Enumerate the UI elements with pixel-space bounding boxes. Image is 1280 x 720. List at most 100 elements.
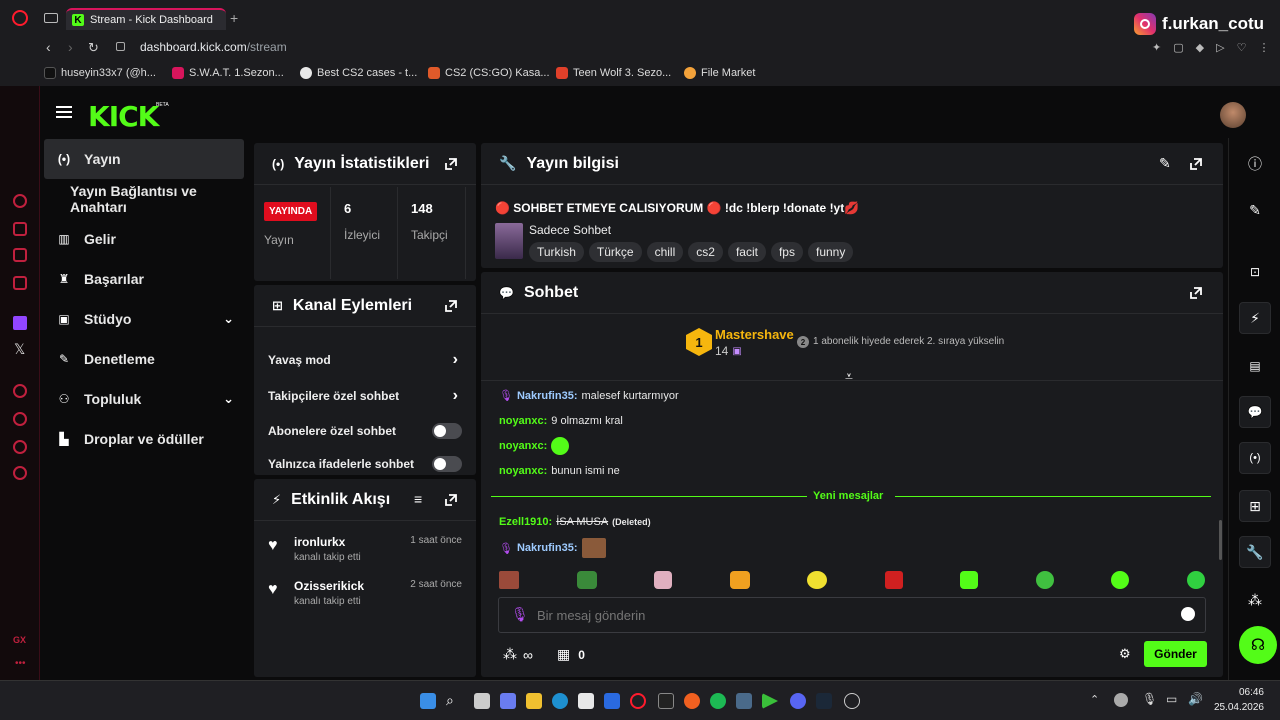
filter-icon[interactable]: ≡: [414, 491, 422, 507]
emote-icon[interactable]: [1111, 571, 1130, 589]
steam-icon[interactable]: [816, 693, 832, 709]
tag[interactable]: funny: [807, 242, 854, 262]
send-button[interactable]: Gönder: [1144, 641, 1207, 667]
subs-only-toggle[interactable]: [432, 423, 462, 439]
file-explorer-icon[interactable]: [526, 693, 542, 709]
sidebar-item-droplar[interactable]: ▙ Droplar ve ödüller: [44, 419, 244, 459]
chat-username[interactable]: noyanxc:: [499, 415, 547, 427]
wrench-icon[interactable]: 🔧: [1239, 536, 1271, 568]
mic-icon[interactable]: 🎙: [511, 606, 529, 623]
back-icon[interactable]: ‹: [46, 39, 51, 55]
tag[interactable]: cs2: [688, 242, 723, 262]
emote-icon[interactable]: [884, 571, 903, 589]
emote-only-toggle[interactable]: [432, 456, 462, 472]
task-view-icon[interactable]: [474, 693, 490, 709]
bookmark-item[interactable]: S.W.A.T. 1.Sezon...: [172, 67, 284, 79]
browser-tab-active[interactable]: K Stream - Kick Dashboard: [66, 8, 226, 30]
chat-username[interactable]: noyanxc:: [499, 465, 547, 477]
popout-icon[interactable]: [444, 493, 458, 507]
sidebar-item-yayin[interactable]: (•) Yayın: [44, 139, 244, 179]
chat-settings-gear-icon[interactable]: ⚙: [1119, 646, 1131, 662]
menu-dots-icon[interactable]: ⋮: [1258, 41, 1269, 54]
start-icon[interactable]: [420, 693, 436, 709]
opera-logo-icon[interactable]: [12, 10, 28, 26]
app-icon[interactable]: [658, 693, 674, 709]
sidebar-item-topluluk[interactable]: ⚇ Topluluk ⌄: [44, 379, 244, 419]
collapse-icon[interactable]: ⩡: [845, 368, 853, 385]
edit-pencil-icon[interactable]: ✎: [1239, 194, 1271, 226]
settings-icon[interactable]: [13, 466, 27, 480]
sidebar-item-studyo[interactable]: ▣ Stüdyo ⌄: [44, 299, 244, 339]
tag[interactable]: Türkçe: [588, 242, 642, 262]
shield-icon[interactable]: ◆: [1196, 41, 1204, 54]
sidebar-item-basarilar[interactable]: ♜ Başarılar: [44, 259, 244, 299]
x-twitter-icon[interactable]: 𝕏: [14, 341, 25, 358]
bookmark-item[interactable]: Best CS2 cases - t...: [300, 67, 417, 79]
opera-rail-icon[interactable]: [13, 222, 27, 236]
emote-icon[interactable]: [551, 437, 570, 455]
firefox-icon[interactable]: [684, 693, 700, 709]
popout-icon[interactable]: [444, 299, 458, 313]
chat-username[interactable]: Ezell1910:: [499, 516, 552, 528]
reload-icon[interactable]: ↻: [88, 40, 99, 56]
opera-rail-icon[interactable]: [13, 194, 27, 208]
bookmark-item[interactable]: Teen Wolf 3. Sezo...: [556, 67, 671, 79]
emote-icon[interactable]: [581, 538, 606, 558]
store-icon[interactable]: [578, 693, 594, 709]
opera-rail-icon[interactable]: [13, 276, 27, 290]
popout-icon[interactable]: [1189, 157, 1203, 171]
opera-rail-icon[interactable]: [13, 248, 27, 262]
network-icon[interactable]: ▭: [1166, 692, 1177, 706]
app-icon[interactable]: [736, 693, 752, 709]
opera-rail-icon[interactable]: [13, 384, 27, 398]
sidebar-item-stream-key[interactable]: Yayın Bağlantısı ve Anahtarı: [44, 179, 254, 219]
chat-scrollbar[interactable]: [1219, 520, 1222, 560]
bookmark-item[interactable]: File Market: [684, 67, 755, 79]
emote-icon[interactable]: [499, 571, 519, 589]
emote-icon[interactable]: [1186, 571, 1205, 589]
url-field[interactable]: dashboard.kick.com/stream: [140, 40, 287, 54]
popout-icon[interactable]: [444, 157, 458, 171]
tray-chevron-icon[interactable]: ⌃: [1090, 693, 1099, 706]
new-tab-icon[interactable]: +: [230, 10, 238, 26]
sidebar-item-gelir[interactable]: ▥ Gelir: [44, 219, 244, 259]
channel-points[interactable]: ⁂ ∞: [503, 646, 533, 663]
popout-icon[interactable]: [1189, 286, 1203, 300]
document-icon[interactable]: ▤: [1239, 350, 1271, 382]
clock-date[interactable]: 25.04.2026: [1210, 702, 1264, 713]
hamburger-menu-icon[interactable]: [56, 106, 72, 118]
tray-app-icon[interactable]: [1114, 693, 1128, 707]
microphone-icon[interactable]: 🎙: [1142, 692, 1157, 706]
screenshot-icon[interactable]: ⊡: [1239, 256, 1271, 288]
sidebar-item-denetleme[interactable]: ✎ Denetleme: [44, 339, 244, 379]
heart-icon[interactable]: ♡: [1237, 41, 1247, 54]
extensions-icon[interactable]: [13, 440, 27, 454]
discord-icon[interactable]: [790, 693, 806, 709]
tag[interactable]: fps: [770, 242, 803, 262]
action-followers-only[interactable]: Takipçilere özel sohbet ›: [268, 382, 462, 410]
edge-icon[interactable]: [552, 693, 568, 709]
chat-username[interactable]: Nakrufin35:: [517, 390, 578, 402]
emote-icon[interactable]: [729, 571, 750, 589]
kick-logo[interactable]: KICK: [88, 100, 159, 133]
snapshot-icon[interactable]: ▢: [1173, 41, 1183, 54]
chat-username[interactable]: noyanxc:: [499, 440, 547, 452]
tag[interactable]: chill: [646, 242, 684, 262]
gx-icon[interactable]: GX: [13, 635, 26, 645]
broadcast-icon[interactable]: (•): [1239, 442, 1271, 474]
forward-icon[interactable]: ›: [68, 39, 73, 55]
top-gifter-name[interactable]: Mastershave: [715, 327, 794, 342]
bookmark-item[interactable]: huseyin33x7 (@h...: [44, 67, 156, 79]
store-button[interactable]: ▦ 0: [557, 646, 585, 663]
outlook-icon[interactable]: [604, 693, 620, 709]
chat-username[interactable]: Nakrufin35:: [517, 542, 578, 554]
emote-icon[interactable]: [576, 571, 597, 589]
chat-input[interactable]: [537, 604, 1137, 626]
opera-gx-icon[interactable]: [630, 693, 646, 709]
avatar[interactable]: [1220, 102, 1246, 128]
spotify-icon[interactable]: [710, 693, 726, 709]
points-icon[interactable]: ⁂: [1239, 584, 1271, 616]
tab-switcher-icon[interactable]: [44, 13, 58, 23]
emote-icon[interactable]: [807, 571, 828, 589]
actions-icon[interactable]: ⊞: [1239, 490, 1271, 522]
